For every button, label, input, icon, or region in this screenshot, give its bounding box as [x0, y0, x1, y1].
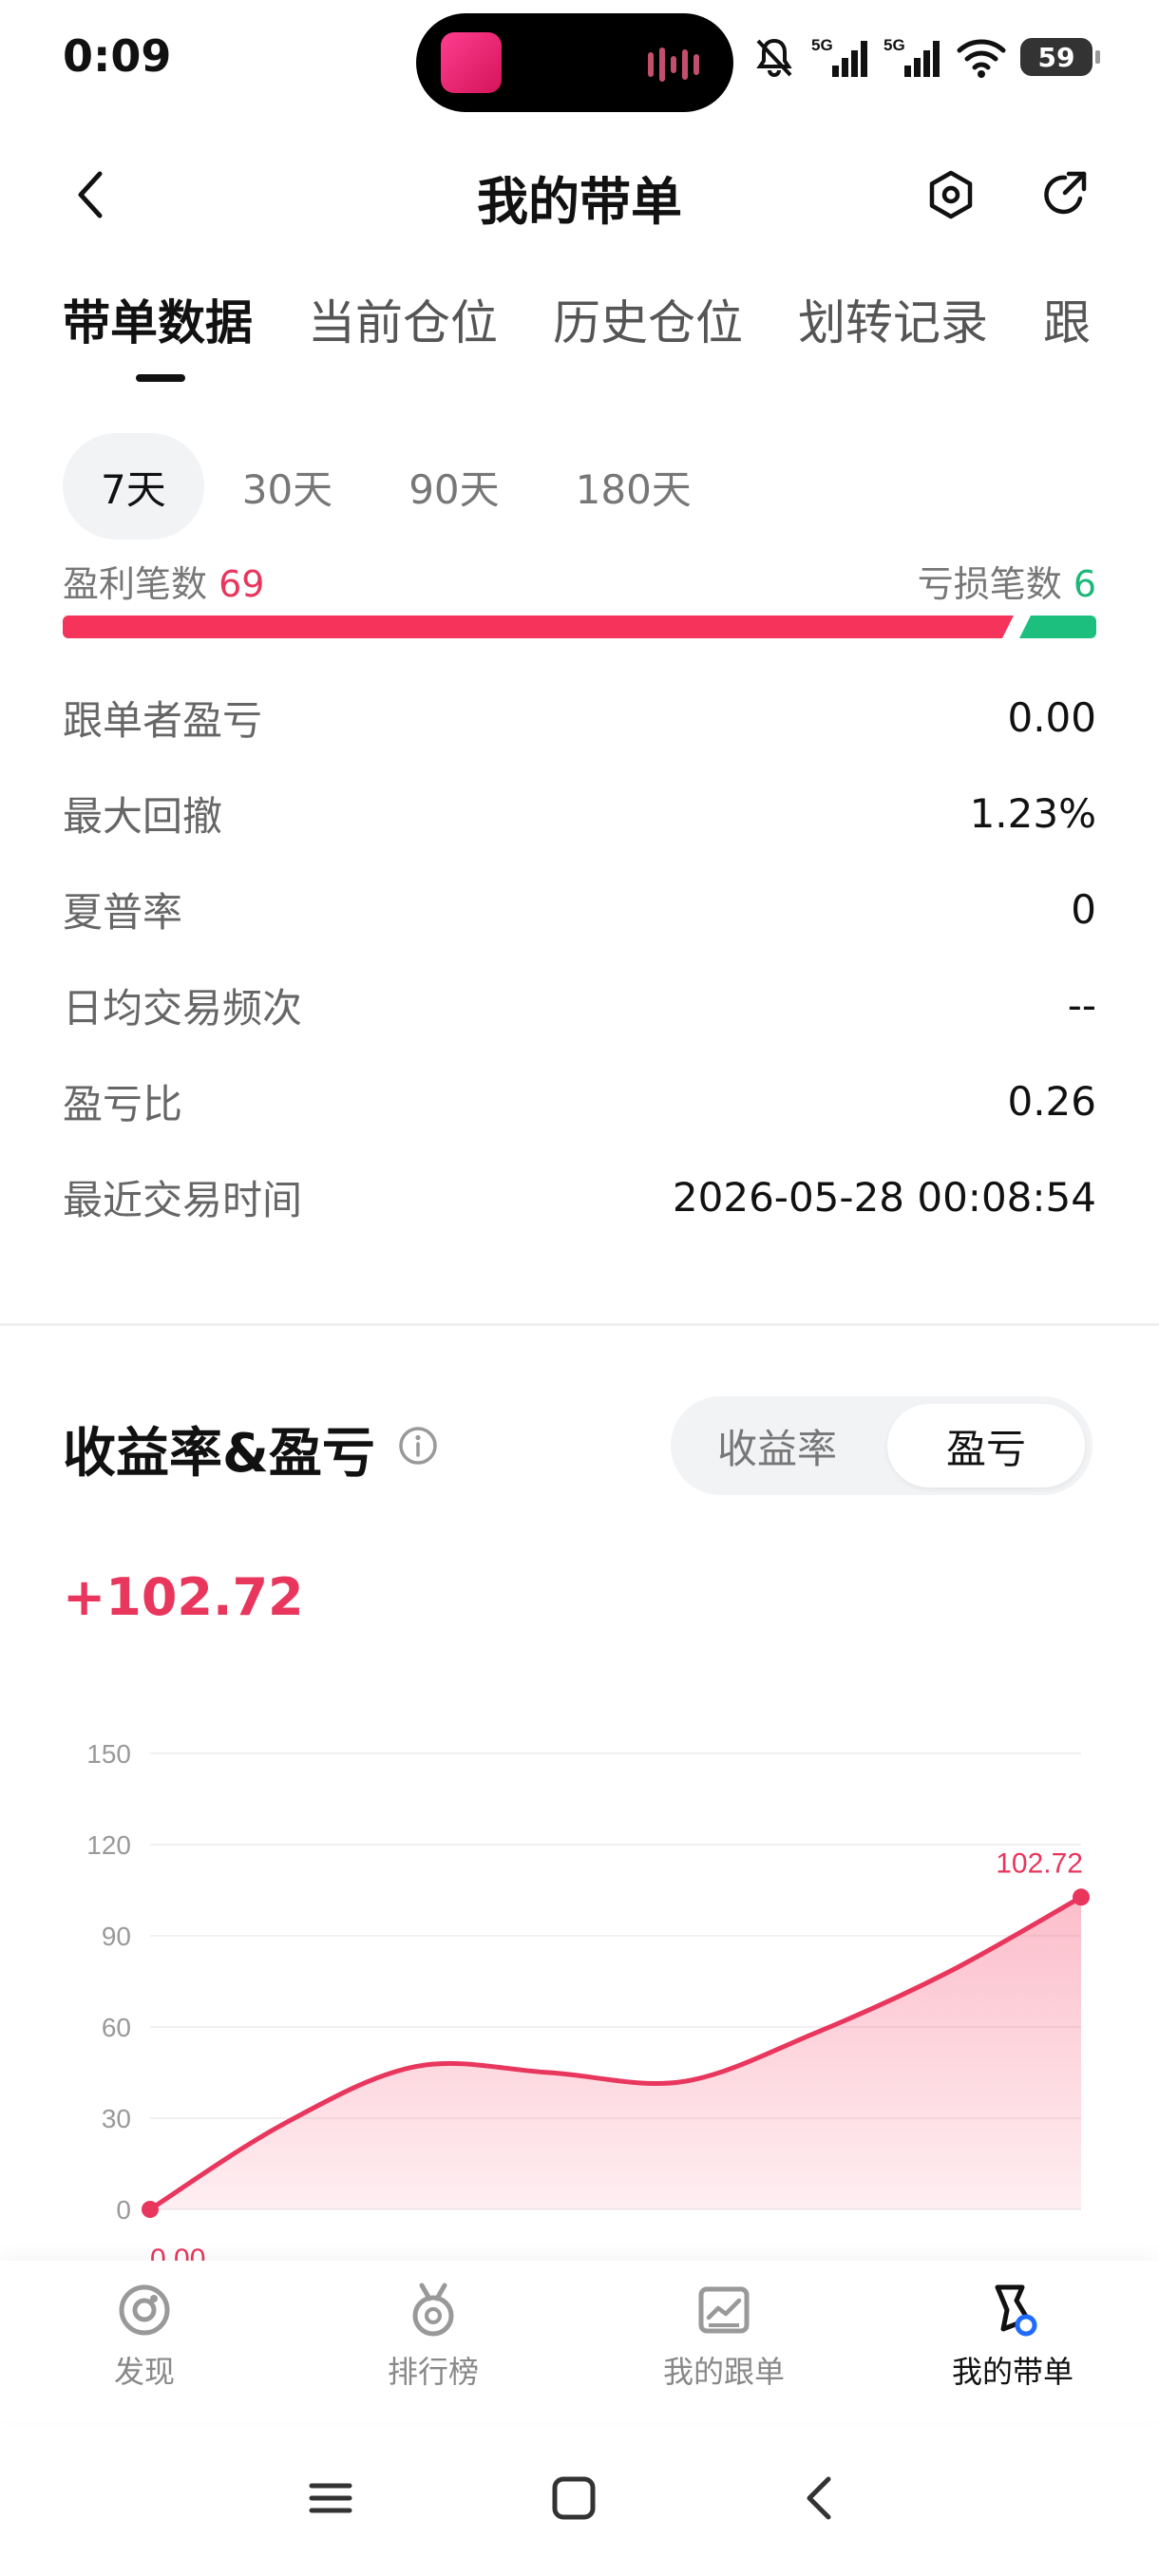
system-back-button[interactable] [781, 2460, 857, 2536]
share-button[interactable] [1032, 161, 1098, 228]
stat-max-drawdown: 最大回撤 1.23% [63, 766, 1096, 862]
y-tick-label: 120 [86, 1830, 131, 1860]
battery-level: 59 [1037, 41, 1075, 73]
y-tick-label: 150 [86, 1739, 131, 1769]
status-time: 0:09 [63, 30, 172, 82]
nav-my-follow[interactable]: 我的跟单 [610, 2280, 838, 2403]
home-square-icon [552, 2476, 596, 2520]
section-divider [0, 1323, 1159, 1326]
stat-value: 1.23% [969, 790, 1096, 837]
stat-label: 夏普率 [63, 889, 183, 936]
y-tick-label: 30 [102, 2104, 131, 2133]
stat-value: 0 [1071, 886, 1096, 933]
chevron-left-icon [807, 2476, 831, 2520]
tab-transfer-records[interactable]: 划转记录 [798, 285, 988, 389]
profit-count: 69 [218, 563, 265, 605]
nav-discover[interactable]: 发现 [30, 2280, 258, 2403]
recent-apps-button[interactable] [293, 2460, 369, 2536]
period-7d[interactable]: 7天 [63, 433, 204, 540]
stat-sharpe-ratio: 夏普率 0 [63, 862, 1096, 957]
page-title: 我的带单 [477, 172, 682, 232]
mute-bell-icon [756, 38, 792, 77]
info-icon[interactable] [397, 1425, 439, 1467]
chart-section-title: 收益率&盈亏 [63, 1423, 375, 1485]
profit-label-text: 盈利笔数 [63, 563, 208, 605]
loss-bar-segment [1019, 616, 1096, 638]
share-arrow-icon [1044, 171, 1087, 215]
ranking-medal-icon [412, 2282, 454, 2337]
metric-toggle: 收益率 盈亏 [671, 1396, 1092, 1495]
period-30d[interactable]: 30天 [204, 433, 370, 540]
wifi-icon [957, 39, 1006, 78]
bottom-nav-bar: 发现 排行榜 我的跟单 我的带单 [0, 2261, 1159, 2422]
nav-label: 排行榜 [387, 2354, 479, 2390]
tab-history-positions[interactable]: 历史仓位 [553, 285, 743, 389]
stat-daily-trade-frequency: 日均交易频次 -- [63, 957, 1096, 1053]
stat-label: 最近交易时间 [63, 1177, 303, 1223]
y-tick-label: 60 [102, 2013, 131, 2042]
profit-count-label: 盈利笔数 69 [63, 555, 264, 607]
signal-5g-icon-1: 5G [811, 36, 867, 77]
win-loss-ratio-bar [63, 616, 1096, 638]
stat-value: 0.00 [1007, 694, 1096, 741]
tab-bar: 带单数据 当前仓位 历史仓位 划转记录 跟 [63, 285, 1159, 389]
toggle-pnl[interactable]: 盈亏 [887, 1404, 1085, 1487]
discover-icon [119, 2284, 170, 2336]
svg-text:5G: 5G [884, 36, 905, 54]
nav-ranking[interactable]: 排行榜 [319, 2280, 547, 2403]
active-tab-indicator [136, 374, 185, 382]
loss-count-label: 亏损笔数 6 [918, 555, 1096, 607]
loss-label-text: 亏损笔数 [917, 563, 1062, 605]
profit-bar-segment [63, 616, 1014, 638]
win-loss-labels: 盈利笔数 69 亏损笔数 6 [63, 555, 1096, 605]
live-activity-app-icon [441, 32, 502, 93]
period-90d[interactable]: 90天 [370, 433, 537, 540]
chart-area-fill [150, 1897, 1081, 2209]
home-button[interactable] [536, 2460, 612, 2536]
stat-value: -- [1067, 982, 1096, 1029]
audio-wave-icon [648, 47, 705, 82]
stats-list: 跟单者盈亏 0.00 最大回撤 1.23% 夏普率 0 日均交易频次 -- 盈亏… [63, 670, 1096, 1245]
chart-start-point [142, 2201, 159, 2218]
total-pnl-value: +102.72 [63, 1567, 304, 1627]
toggle-return-rate[interactable]: 收益率 [678, 1404, 876, 1487]
nav-label: 我的跟单 [662, 2354, 785, 2390]
stat-value: 0.26 [1007, 1078, 1096, 1125]
nav-label: 我的带单 [951, 2354, 1074, 2390]
stat-follower-pnl: 跟单者盈亏 0.00 [63, 670, 1096, 766]
status-bar: 0:09 5G 5G 59 [0, 0, 1159, 123]
stat-value: 2026-05-28 00:08:54 [672, 1174, 1096, 1221]
nav-label: 发现 [113, 2354, 175, 2390]
stat-label: 日均交易频次 [63, 985, 303, 1032]
lead-trade-icon [995, 2284, 1037, 2337]
signal-5g-icon-2: 5G [884, 36, 940, 77]
menu-icon [309, 2483, 352, 2513]
follow-chart-icon [698, 2286, 750, 2334]
loss-count: 6 [1073, 563, 1096, 605]
stat-label: 盈亏比 [63, 1081, 183, 1127]
period-180d[interactable]: 180天 [538, 433, 730, 540]
dynamic-island[interactable] [416, 13, 733, 112]
chart-end-point [1073, 1888, 1090, 1906]
tab-current-positions[interactable]: 当前仓位 [308, 285, 498, 389]
svg-text:5G: 5G [811, 36, 833, 54]
hexagon-settings-icon [929, 170, 973, 219]
nav-my-lead[interactable]: 我的带单 [899, 2280, 1127, 2403]
settings-button[interactable] [918, 161, 984, 228]
chart-end-value-label: 102.72 [996, 1847, 1083, 1879]
battery-indicator: 59 [1020, 38, 1100, 76]
y-tick-label: 0 [116, 2195, 131, 2225]
system-nav-bar [0, 2432, 1159, 2576]
stat-label: 最大回撤 [63, 793, 223, 840]
stat-last-trade-time: 最近交易时间 2026-05-28 00:08:54 [63, 1149, 1096, 1245]
nav-header: 我的带单 [0, 142, 1159, 247]
tab-follow-truncated[interactable]: 跟 [1043, 285, 1091, 389]
stat-label: 跟单者盈亏 [63, 697, 263, 744]
pnl-area-chart[interactable]: 1501209060300 102.720.00 [0, 1710, 1159, 2299]
stat-profit-loss-ratio: 盈亏比 0.26 [63, 1053, 1096, 1149]
period-selector: 7天 30天 90天 180天 [63, 433, 730, 540]
status-icons: 5G 5G 59 [750, 28, 1100, 85]
y-tick-label: 90 [102, 1922, 131, 1951]
